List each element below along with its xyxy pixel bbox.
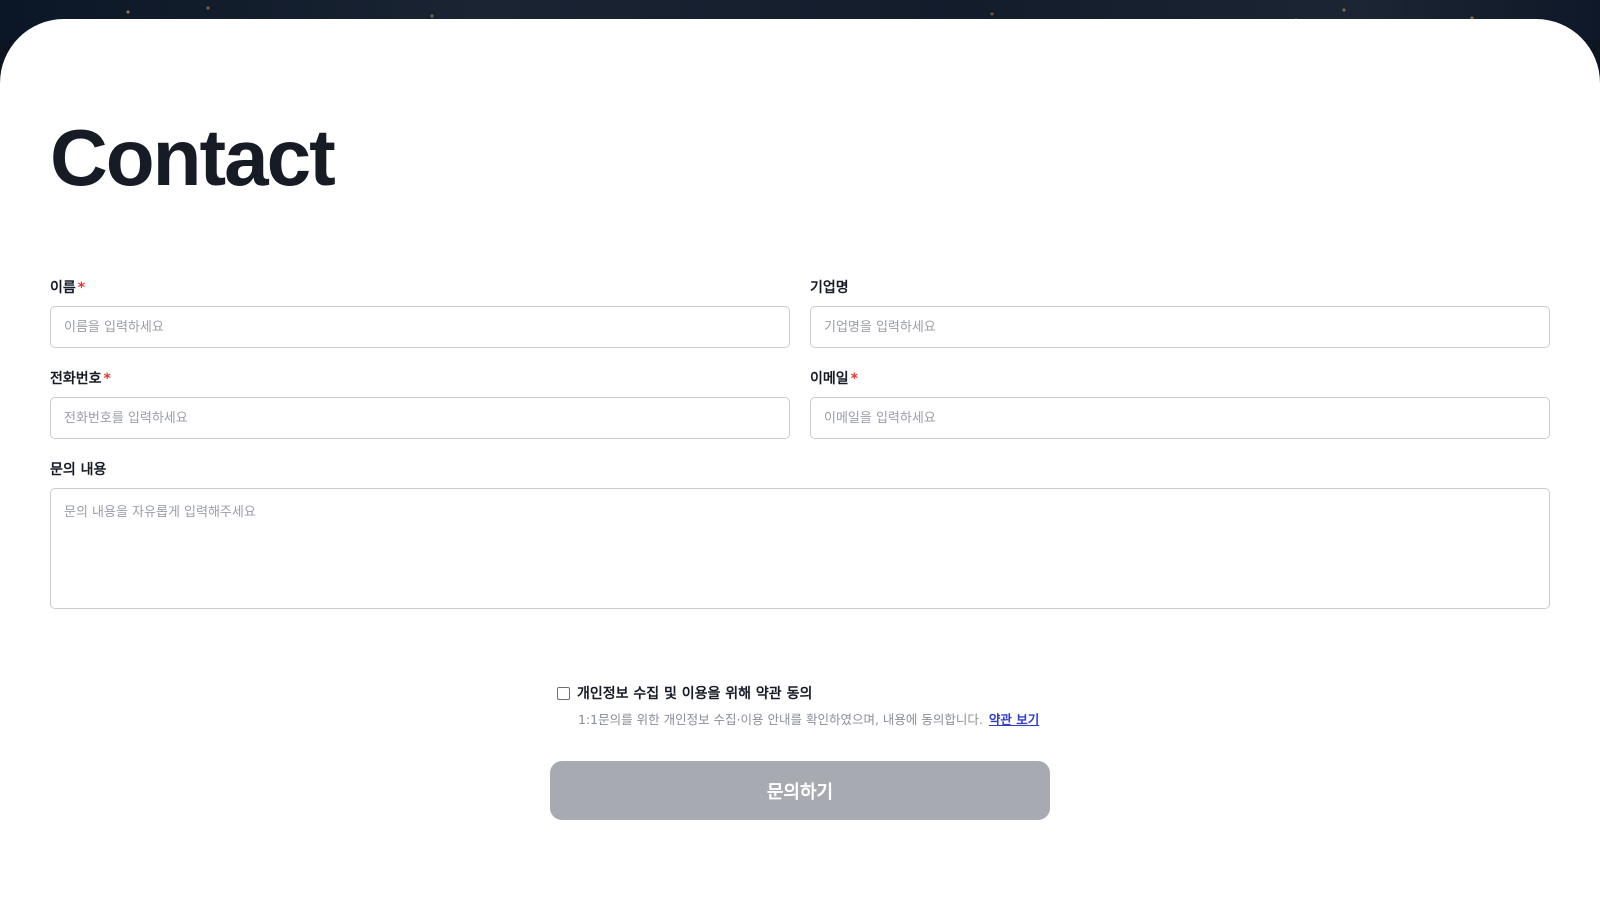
phone-label: 전화번호 * [50, 369, 790, 389]
submit-button[interactable]: 문의하기 [550, 761, 1050, 820]
message-label-text: 문의 내용 [50, 462, 107, 478]
email-required-mark: * [850, 371, 858, 387]
name-field-group: 이름 * [50, 278, 790, 348]
consent-label: 개인정보 수집 및 이용을 위해 약관 동의 [577, 686, 813, 702]
phone-required-mark: * [103, 371, 111, 387]
consent-checkbox[interactable] [557, 686, 570, 700]
email-label-text: 이메일 [810, 371, 849, 387]
consent-row: 개인정보 수집 및 이용을 위해 약관 동의 [557, 683, 812, 703]
email-field-group: 이메일 * [810, 369, 1550, 439]
phone-field-group: 전화번호 * [50, 369, 790, 439]
name-required-mark: * [77, 280, 86, 296]
company-input[interactable] [810, 306, 1550, 348]
email-input[interactable] [810, 397, 1550, 439]
name-label: 이름 * [50, 278, 790, 298]
name-label-text: 이름 [50, 280, 76, 296]
consent-description: 1:1문의를 위한 개인정보 수집·이용 안내를 확인하였으며, 내용에 동의합… [578, 712, 983, 727]
message-field-group: 문의 내용 [50, 460, 1550, 613]
name-input[interactable] [50, 306, 790, 348]
message-textarea[interactable] [50, 488, 1550, 609]
consent-description-row: 1:1문의를 위한 개인정보 수집·이용 안내를 확인하였으며, 내용에 동의합… [578, 709, 1039, 728]
email-label: 이메일 * [810, 369, 1550, 389]
company-field-group: 기업명 [810, 278, 1550, 348]
company-label-text: 기업명 [810, 280, 849, 296]
company-label: 기업명 [810, 278, 1550, 298]
phone-input[interactable] [50, 397, 790, 439]
phone-label-text: 전화번호 [50, 371, 102, 387]
message-label: 문의 내용 [50, 460, 1550, 480]
terms-link[interactable]: 약관 보기 [989, 712, 1039, 727]
page-title: Contact [50, 113, 336, 202]
